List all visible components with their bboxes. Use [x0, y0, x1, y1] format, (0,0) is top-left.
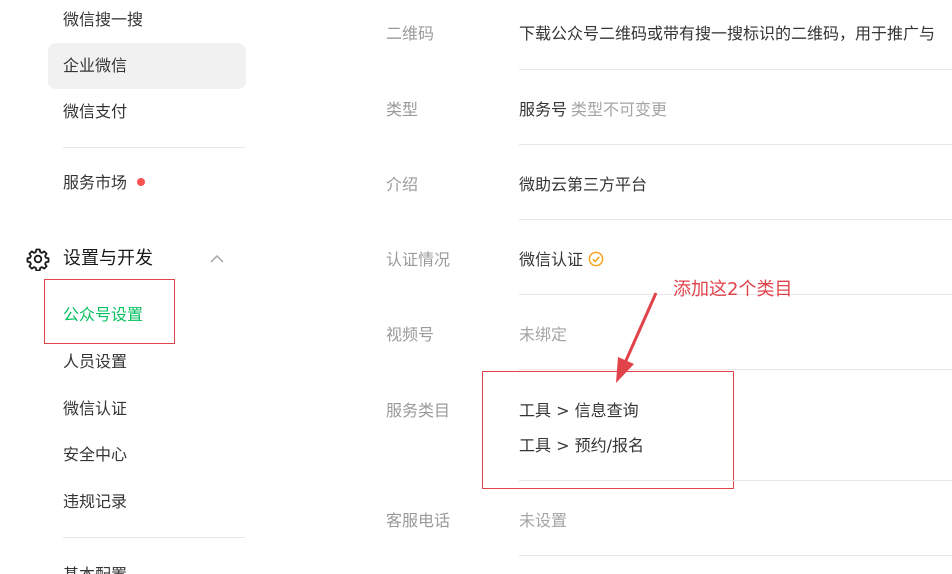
sidebar-section-title: 设置与开发	[63, 248, 153, 269]
account-type: 服务号	[519, 100, 568, 119]
gear-icon	[26, 248, 50, 271]
sidebar-item-wechat-pay[interactable]: 微信支付	[48, 89, 246, 135]
sidebar: 微信搜一搜 企业微信 微信支付 服务市场 设置与开发 公众号设置 人员设置 微信…	[0, 0, 338, 574]
sidebar-item-label: 微信认证	[63, 399, 128, 418]
sidebar-divider	[63, 147, 245, 148]
qrcode-label: 二维码	[386, 24, 435, 43]
sidebar-item-violation-records[interactable]: 违规记录	[48, 479, 246, 525]
intro-value: 微助云第三方平台	[519, 175, 648, 194]
row-divider	[519, 480, 952, 481]
row-divider	[519, 219, 952, 220]
phone-value: 未设置	[519, 511, 568, 530]
sidebar-item-security-center[interactable]: 安全中心	[48, 432, 246, 478]
sidebar-item-label: 违规记录	[63, 492, 128, 511]
annotation-text: 添加这2个类目	[673, 279, 793, 300]
sidebar-section-settings[interactable]: 设置与开发	[26, 238, 246, 280]
verify-label: 认证情况	[386, 250, 451, 269]
sidebar-item-label: 微信支付	[63, 102, 128, 121]
sidebar-item-wechat-search[interactable]: 微信搜一搜	[48, 0, 246, 43]
sidebar-item-service-market[interactable]: 服务市场	[48, 160, 246, 206]
video-value: 未绑定	[519, 325, 568, 344]
account-info-panel: 二维码 下载公众号二维码或带有搜一搜标识的二维码，用于推广与 类型 服务号 类型不…	[338, 0, 952, 574]
chevron-up-icon[interactable]	[208, 252, 226, 266]
type-value: 服务号 类型不可变更	[519, 96, 667, 120]
sidebar-item-label: 人员设置	[63, 352, 128, 371]
type-hint: 类型不可变更	[571, 100, 668, 119]
sidebar-item-label: 微信搜一搜	[63, 10, 144, 29]
video-label: 视频号	[386, 325, 435, 344]
row-divider	[519, 69, 952, 70]
qrcode-value: 下载公众号二维码或带有搜一搜标识的二维码，用于推广与	[519, 24, 936, 43]
categories-label: 服务类目	[386, 401, 451, 420]
sidebar-item-label: 安全中心	[63, 445, 128, 464]
annotation-highlight-box	[482, 371, 734, 489]
sidebar-item-wechat-verify[interactable]: 微信认证	[48, 386, 246, 432]
row-divider	[519, 369, 952, 370]
sidebar-item-wecom[interactable]: 企业微信	[48, 43, 246, 89]
intro-label: 介绍	[386, 175, 419, 194]
annotation-arrow-icon	[616, 292, 658, 383]
verify-value: 微信认证	[519, 246, 604, 270]
row-divider	[519, 144, 952, 145]
type-label: 类型	[386, 100, 419, 119]
sidebar-item-label: 基本配置	[63, 565, 127, 574]
notification-dot	[137, 178, 146, 186]
sidebar-divider	[63, 537, 245, 538]
annotation-highlight-box	[44, 279, 175, 344]
sidebar-item-basic-config[interactable]: 基本配置	[63, 555, 127, 574]
row-divider	[519, 555, 952, 556]
verified-check-icon	[588, 251, 604, 267]
phone-label: 客服电话	[386, 511, 451, 530]
sidebar-item-staff-settings[interactable]: 人员设置	[48, 339, 246, 385]
sidebar-item-label: 服务市场	[63, 173, 128, 192]
verify-status: 微信认证	[519, 250, 584, 269]
sidebar-item-label: 企业微信	[63, 56, 128, 75]
